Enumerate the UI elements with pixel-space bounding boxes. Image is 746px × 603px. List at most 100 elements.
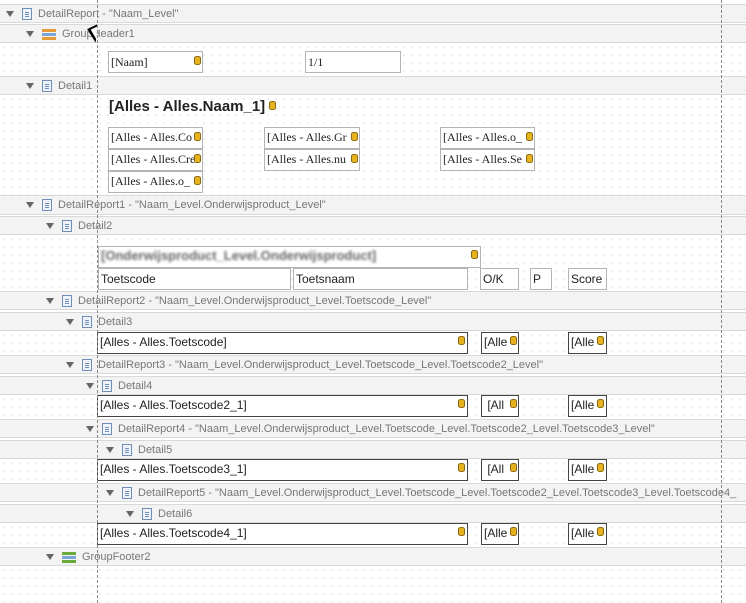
band-detail1[interactable]: Detail1 xyxy=(0,76,746,95)
band-label: DetailReport3 - "Naam_Level.Onderwijspro… xyxy=(98,358,544,371)
detail1-area[interactable]: [Alles - Alles.Naam_1] [Alles - Alles.Co… xyxy=(0,95,746,195)
data-field-icon xyxy=(458,527,465,536)
collapse-arrow-icon[interactable] xyxy=(46,553,54,560)
band-report-icon xyxy=(102,422,112,435)
collapse-arrow-icon[interactable] xyxy=(126,510,134,517)
band-label: DetailReport4 - "Naam_Level.Onderwijspro… xyxy=(118,422,655,435)
collapse-arrow-icon[interactable] xyxy=(66,361,74,368)
band-label: DetailReport5 - "Naam_Level.Onderwijspro… xyxy=(138,486,737,499)
data-field-icon xyxy=(510,336,517,345)
left-margin-guide xyxy=(97,0,98,603)
data-field-icon xyxy=(510,463,517,472)
band-label: DetailReport1 - "Naam_Level.Onderwijspro… xyxy=(58,199,326,211)
field-gr[interactable]: [Alles - Alles.Gr xyxy=(264,127,360,149)
field-o-2[interactable]: [Alles - Alles.o_ xyxy=(440,127,535,149)
field-page-number[interactable]: 1/1 xyxy=(305,51,401,73)
band-label: Detail2 xyxy=(78,219,113,232)
data-field-icon xyxy=(597,399,604,408)
field-cre[interactable]: [Alles - Alles.Cre xyxy=(108,149,203,171)
field-naam-1[interactable]: [Alles - Alles.Naam_1] xyxy=(107,96,277,118)
collapse-arrow-icon[interactable] xyxy=(66,318,74,325)
detail3-area[interactable]: [Alles - Alles.Toetscode] [Alle [Alle xyxy=(0,331,746,355)
data-field-icon xyxy=(597,527,604,536)
field-se[interactable]: [Alles - Alles.Se xyxy=(440,149,535,171)
data-field-icon xyxy=(597,463,604,472)
data-field-icon xyxy=(351,154,358,163)
band-label: DetailReport2 - "Naam_Level.Onderwijspro… xyxy=(78,294,432,307)
band-detail-icon xyxy=(102,379,112,392)
band-detail-report[interactable]: DetailReport - "Naam_Level" xyxy=(0,4,746,23)
data-field-icon xyxy=(194,56,201,65)
collapse-arrow-icon[interactable] xyxy=(46,297,54,304)
band-label: Detail3 xyxy=(98,315,133,328)
label-score[interactable]: Score xyxy=(568,268,607,290)
collapse-arrow-icon[interactable] xyxy=(26,82,34,89)
field-co[interactable]: [Alles - Alles.Co xyxy=(108,127,203,149)
data-field-icon xyxy=(597,336,604,345)
collapse-arrow-icon[interactable] xyxy=(86,382,94,389)
field-onderwijsproduct[interactable]: [Onderwijsproduct_Level.Onderwijsproduct… xyxy=(98,246,481,268)
band-detail-icon xyxy=(142,507,152,520)
band-label: Detail1 xyxy=(58,79,93,92)
data-field-icon xyxy=(458,463,465,472)
collapse-arrow-icon[interactable] xyxy=(46,222,54,229)
label-toetscode[interactable]: Toetscode xyxy=(98,268,291,290)
band-report-icon xyxy=(62,294,72,307)
detail6-area[interactable]: [Alles - Alles.Toetscode4_1] [Alle [Alle xyxy=(0,523,746,547)
group-footer-icon xyxy=(62,551,76,563)
band-report-icon xyxy=(122,486,132,499)
band-detail3[interactable]: Detail3 xyxy=(0,312,746,331)
field-toetscode[interactable]: [Alles - Alles.Toetscode] xyxy=(97,332,468,354)
band-label: GroupFooter2 xyxy=(82,550,151,563)
data-field-icon xyxy=(194,154,201,163)
band-group-header1[interactable]: GroupHeader1 xyxy=(0,24,746,43)
data-field-icon xyxy=(510,399,517,408)
data-field-icon xyxy=(510,527,517,536)
band-detail-report3[interactable]: DetailReport3 - "Naam_Level.Onderwijspro… xyxy=(0,355,746,374)
data-field-icon xyxy=(194,132,201,141)
collapse-arrow-icon[interactable] xyxy=(106,489,114,496)
band-detail-report1[interactable]: DetailReport1 - "Naam_Level.Onderwijspro… xyxy=(0,195,746,215)
right-margin-guide xyxy=(721,0,722,603)
label-p[interactable]: P xyxy=(530,268,552,290)
collapse-arrow-icon[interactable] xyxy=(86,425,94,432)
group-header1-area[interactable]: [Naam] 1/1 xyxy=(0,43,746,76)
collapse-arrow-icon[interactable] xyxy=(106,446,114,453)
field-toetscode4[interactable]: [Alles - Alles.Toetscode4_1] xyxy=(97,523,468,545)
field-o-1[interactable]: [Alles - Alles.o_ xyxy=(108,171,203,193)
data-field-icon xyxy=(351,132,358,141)
band-detail-report4[interactable]: DetailReport4 - "Naam_Level.Onderwijspro… xyxy=(0,419,746,438)
band-detail2[interactable]: Detail2 xyxy=(0,216,746,235)
collapse-arrow-icon[interactable] xyxy=(26,202,34,208)
data-field-icon xyxy=(526,132,533,141)
detail4-area[interactable]: [Alles - Alles.Toetscode2_1] [All [Alle xyxy=(0,395,746,419)
field-toetscode2[interactable]: [Alles - Alles.Toetscode2_1] xyxy=(97,395,468,417)
data-field-icon xyxy=(471,250,478,259)
data-field-icon xyxy=(194,176,201,185)
band-detail-report5[interactable]: DetailReport5 - "Naam_Level.Onderwijspro… xyxy=(0,483,746,502)
field-toetscode3[interactable]: [Alles - Alles.Toetscode3_1] xyxy=(97,459,468,481)
detail2-area[interactable]: [Onderwijsproduct_Level.Onderwijsproduct… xyxy=(0,235,746,291)
band-label: Detail4 xyxy=(118,379,153,392)
band-label: Detail6 xyxy=(158,507,193,520)
band-label: Detail5 xyxy=(138,443,173,456)
band-group-footer2[interactable]: GroupFooter2 xyxy=(0,547,746,566)
band-report-icon xyxy=(22,7,32,20)
band-report-icon xyxy=(82,358,92,371)
label-toetsnaam[interactable]: Toetsnaam xyxy=(293,268,468,290)
field-naam[interactable]: [Naam] xyxy=(108,51,203,73)
field-nu[interactable]: [Alles - Alles.nu xyxy=(264,149,360,171)
band-detail6[interactable]: Detail6 xyxy=(0,504,746,523)
band-detail4[interactable]: Detail4 xyxy=(0,376,746,395)
label-ok[interactable]: O/K xyxy=(480,268,519,290)
group-header-icon xyxy=(42,28,56,40)
collapse-arrow-icon[interactable] xyxy=(26,30,34,37)
band-detail-icon xyxy=(122,443,132,456)
band-detail5[interactable]: Detail5 xyxy=(0,440,746,459)
band-report-icon xyxy=(42,199,52,211)
group-footer2-area[interactable] xyxy=(0,566,746,603)
band-detail-report2[interactable]: DetailReport2 - "Naam_Level.Onderwijspro… xyxy=(0,291,746,310)
band-detail-icon xyxy=(62,219,72,232)
detail5-area[interactable]: [Alles - Alles.Toetscode3_1] [All [Alle xyxy=(0,459,746,483)
collapse-arrow-icon[interactable] xyxy=(6,10,14,17)
